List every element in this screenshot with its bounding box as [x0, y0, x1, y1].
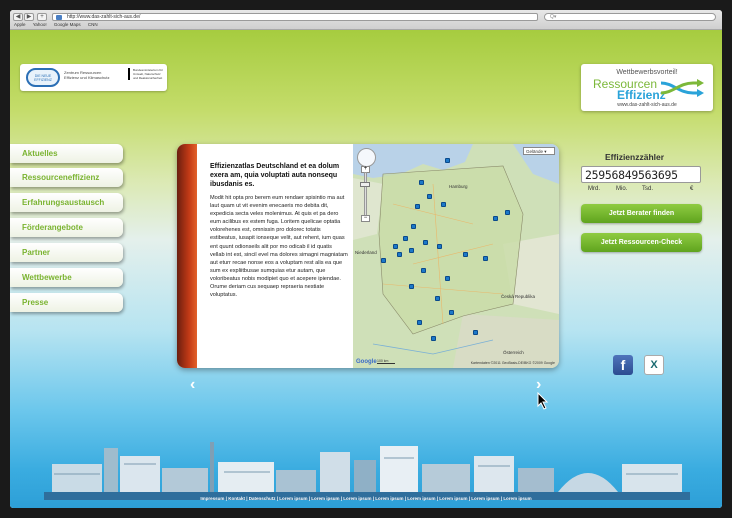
map-pin-icon[interactable] — [431, 336, 436, 341]
map-pin-icon[interactable] — [473, 330, 478, 335]
browser-search-input[interactable]: Q▾ — [544, 13, 716, 21]
map-pin-icon[interactable] — [381, 258, 386, 263]
mouse-cursor-icon — [537, 392, 549, 410]
add-bookmark-button[interactable]: + — [37, 13, 47, 21]
map-pin-icon[interactable] — [493, 216, 498, 221]
find-advisor-button[interactable]: Jetzt Berater finden — [581, 204, 702, 223]
zoom-out-button[interactable]: − — [361, 215, 370, 222]
map-terrain — [353, 144, 559, 368]
nav-foerderangebote[interactable]: Förderangebote — [10, 218, 123, 237]
map-pin-icon[interactable] — [441, 202, 446, 207]
address-bar[interactable]: http://www.das-zahlt-sich-aus.de/ — [52, 13, 538, 21]
map-pin-icon[interactable] — [437, 244, 442, 249]
map-pin-icon[interactable] — [415, 204, 420, 209]
map-pin-icon[interactable] — [409, 284, 414, 289]
map-pin-icon[interactable] — [483, 256, 488, 261]
back-button[interactable]: ◀ — [13, 13, 23, 21]
partner-logos[interactable]: DIE NEUE EFFIZIENZ Zentrum Ressourcen Ef… — [20, 64, 167, 91]
facebook-icon[interactable]: f — [613, 355, 633, 375]
map-copyright: Kartendaten ©2011 GeoBasis-DE/BKG ©2009 … — [470, 361, 555, 365]
map-label: Österreich — [503, 350, 524, 355]
resource-check-button[interactable]: Jetzt Ressourcen-Check — [581, 233, 702, 252]
map-label: Hamburg — [449, 184, 468, 189]
map-pin-icon[interactable] — [397, 252, 402, 257]
bookmark-item[interactable]: Yahoo! — [33, 22, 47, 27]
map-pin-icon[interactable] — [505, 210, 510, 215]
map-pin-icon[interactable] — [445, 276, 450, 281]
google-logo: Google — [356, 359, 377, 365]
nav-presse[interactable]: Presse — [10, 293, 123, 312]
nav-wettbewerbe[interactable]: Wettbewerbe — [10, 268, 123, 287]
counter-unit: Mio. — [616, 186, 628, 192]
map-pin-icon[interactable] — [423, 240, 428, 245]
map-pin-icon[interactable] — [449, 310, 454, 315]
neue-effizienz-logo: DIE NEUE EFFIZIENZ — [26, 68, 60, 87]
zoom-slider-track[interactable] — [364, 172, 367, 216]
map-label: Česká Republika — [501, 294, 536, 299]
map-pin-icon[interactable] — [421, 268, 426, 273]
address-text: http://www.das-zahlt-sich-aus.de/ — [67, 14, 141, 20]
footer-links[interactable]: Impressum | Kontakt | Datenschutz | Lore… — [10, 496, 722, 501]
browser-toolbar: ◀ ▶ + http://www.das-zahlt-sich-aus.de/ … — [10, 10, 722, 30]
efficiency-counter: 25956849563695 — [581, 166, 701, 183]
counter-unit: Tsd. — [642, 186, 654, 192]
logo-arrows-icon — [660, 79, 704, 97]
bookmark-item[interactable]: CNN — [88, 22, 98, 27]
map-pin-icon[interactable] — [463, 252, 468, 257]
nav-erfahrungsaustausch[interactable]: Erfahrungsaustausch — [10, 193, 123, 212]
map-pan-control[interactable] — [357, 148, 376, 167]
map-pin-icon[interactable] — [417, 320, 422, 325]
card-body-text: Modit hit opta pro berem eum rendaer spi… — [210, 195, 348, 299]
ressourcen-effizienz-logo[interactable]: Wettbewerbsvorteil! Ressourcen Effizienz… — [581, 64, 713, 111]
map-pin-icon[interactable] — [409, 248, 414, 253]
feature-card: Effizienzatlas Deutschland et ea dolum e… — [177, 144, 559, 368]
card-photo — [177, 144, 197, 368]
efficiency-atlas-map[interactable]: Hamburg Niederland Česká Republika Öster… — [353, 144, 559, 368]
ministry-logo-text: Bundesministerium für Umwelt, Naturschut… — [128, 68, 164, 80]
logo-url: www.das-zahlt-sich-aus.de — [617, 102, 677, 108]
card-title: Effizienzatlas Deutschland et ea dolum e… — [210, 163, 340, 188]
browser-window: ◀ ▶ + http://www.das-zahlt-sich-aus.de/ … — [10, 10, 722, 508]
forward-button[interactable]: ▶ — [24, 13, 34, 21]
industrial-skyline-illustration — [44, 442, 690, 500]
map-scale: 100 km — [377, 359, 395, 364]
map-pin-icon[interactable] — [445, 158, 450, 163]
bookmark-item[interactable]: Google Maps — [54, 22, 81, 27]
map-type-select[interactable]: Gelände ▾ — [523, 147, 555, 155]
map-pin-icon[interactable] — [393, 244, 398, 249]
logo-tagline: Wettbewerbsvorteil! — [616, 69, 678, 76]
page-content: DIE NEUE EFFIZIENZ Zentrum Ressourcen Ef… — [10, 30, 722, 508]
bookmarks-bar: Apple Yahoo! Google Maps CNN — [14, 22, 104, 27]
site-favicon-icon — [56, 15, 62, 20]
map-label: Niederland — [355, 250, 377, 255]
xing-icon[interactable]: X — [644, 355, 664, 375]
bookmark-item[interactable]: Apple — [14, 22, 26, 27]
zentrum-logo-text: Zentrum Ressourcen Effizienz und Klimasc… — [64, 70, 110, 80]
counter-unit: Mrd. — [588, 186, 600, 192]
map-pin-icon[interactable] — [419, 180, 424, 185]
nav-aktuelles[interactable]: Aktuelles — [10, 144, 123, 163]
carousel-prev-button[interactable]: ‹ — [190, 376, 195, 394]
map-pin-icon[interactable] — [403, 236, 408, 241]
nav-ressourceneffizienz[interactable]: Ressourceneffizienz — [10, 168, 123, 187]
nav-partner[interactable]: Partner — [10, 243, 123, 262]
map-pin-icon[interactable] — [411, 224, 416, 229]
counter-title: Effizienzzähler — [605, 152, 665, 162]
zoom-slider-handle[interactable] — [360, 182, 370, 187]
map-pin-icon[interactable] — [427, 194, 432, 199]
counter-unit: € — [690, 186, 694, 192]
map-pin-icon[interactable] — [435, 296, 440, 301]
